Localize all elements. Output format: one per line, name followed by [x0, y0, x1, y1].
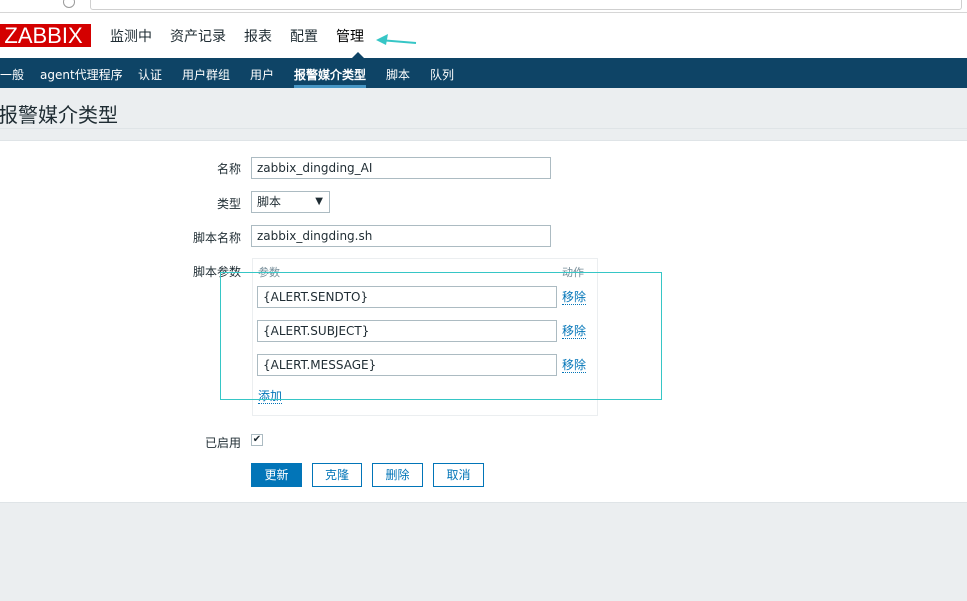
subnav-proxies[interactable]: agent代理程序 [40, 66, 123, 83]
annotation-arrow-icon [376, 34, 417, 45]
browser-address-strip [0, 0, 967, 13]
subnav-users[interactable]: 用户 [250, 66, 274, 83]
enabled-label: 已启用 [205, 436, 242, 450]
param-input[interactable]: {ALERT.SENDTO} [257, 286, 557, 308]
address-bar[interactable] [90, 0, 962, 10]
param-input[interactable]: {ALERT.MESSAGE} [257, 354, 557, 376]
type-label: 类型 [217, 197, 242, 211]
menu-monitoring[interactable]: 监测中 [110, 26, 152, 46]
clone-button[interactable]: 克隆 [312, 463, 362, 487]
action-column-header: 动作 [562, 266, 584, 279]
menu-administration[interactable]: 管理 [336, 26, 364, 46]
main-menu: 监测中 资产记录 报表 配置 管理 [110, 26, 364, 46]
script-params-label: 脚本参数 [193, 265, 242, 279]
remove-param-link[interactable]: 移除 [562, 290, 587, 305]
menu-inventory[interactable]: 资产记录 [170, 26, 226, 46]
cancel-button[interactable]: 取消 [433, 463, 484, 487]
sub-navigation: 一般 agent代理程序 认证 用户群组 用户 报警媒介类型 脚本 队列 [0, 58, 967, 88]
params-column-header: 参数 [258, 266, 280, 279]
reload-icon[interactable] [63, 0, 75, 8]
menu-reports[interactable]: 报表 [244, 26, 272, 46]
subnav-authentication[interactable]: 认证 [138, 66, 162, 83]
name-label: 名称 [217, 162, 242, 176]
subnav-media-types[interactable]: 报警媒介类型 [294, 66, 366, 83]
checkmark-icon: ✔ [252, 434, 262, 445]
remove-param-link[interactable]: 移除 [562, 358, 587, 373]
script-name-input[interactable]: zabbix_dingding.sh [251, 225, 551, 247]
param-input[interactable]: {ALERT.SUBJECT} [257, 320, 557, 342]
menu-configuration[interactable]: 配置 [290, 26, 318, 46]
update-button[interactable]: 更新 [251, 463, 302, 487]
remove-param-link[interactable]: 移除 [562, 324, 587, 339]
subnav-user-groups[interactable]: 用户群组 [182, 66, 230, 83]
name-input[interactable]: zabbix_dingding_AI [251, 157, 551, 179]
subnav-general[interactable]: 一般 [0, 66, 24, 83]
type-select-value: 脚本 [257, 195, 282, 209]
type-select[interactable]: 脚本 ▼ [251, 191, 330, 213]
chevron-down-icon: ▼ [315, 196, 323, 207]
subnav-scripts[interactable]: 脚本 [386, 66, 410, 83]
delete-button[interactable]: 删除 [372, 463, 423, 487]
script-name-label: 脚本名称 [193, 231, 242, 245]
page-title: 报警媒介类型 [0, 103, 118, 127]
add-param-link[interactable]: 添加 [258, 389, 283, 404]
page-header [0, 88, 967, 129]
subnav-queue[interactable]: 队列 [430, 66, 454, 83]
enabled-checkbox[interactable]: ✔ [251, 434, 263, 446]
zabbix-logo[interactable]: ZABBIX [0, 24, 91, 47]
